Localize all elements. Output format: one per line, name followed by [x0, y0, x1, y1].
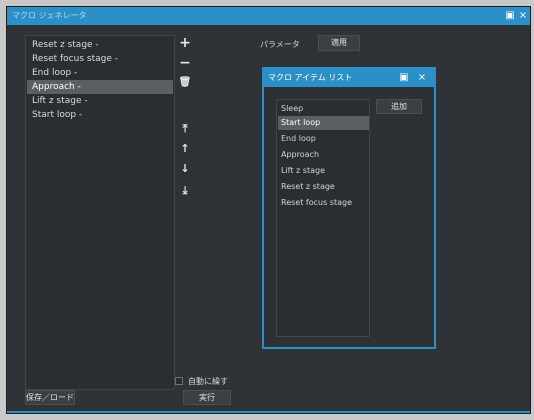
macro-item-list-dialog: マクロ アイテム リスト ▣ × Sleep Start loop End lo…: [262, 67, 436, 349]
list-item[interactable]: Start loop -: [27, 108, 173, 122]
dialog-title-bar: マクロ アイテム リスト ▣ ×: [264, 69, 434, 87]
repeat-label: 自動に繰す: [188, 377, 228, 386]
parameter-label: パラメータ: [260, 40, 300, 49]
run-button[interactable]: 実行: [183, 390, 231, 405]
move-top-icon[interactable]: ⤒: [176, 121, 194, 137]
dialog-title: マクロ アイテム リスト: [268, 73, 353, 82]
dialog-item-list[interactable]: Sleep Start loop End loop Approach Lift …: [276, 99, 370, 337]
move-bottom-icon[interactable]: ⤓: [176, 183, 194, 199]
close-icon[interactable]: ×: [517, 10, 529, 22]
list-item-selected[interactable]: Start loop: [278, 116, 369, 130]
macro-generator-window: マクロ ジェネレータ ▣ × Reset z stage - Reset foc…: [6, 6, 531, 414]
list-item-selected[interactable]: Approach -: [27, 80, 173, 94]
restore-window-icon[interactable]: ▣: [398, 72, 410, 84]
remove-icon[interactable]: −: [176, 55, 194, 71]
list-item[interactable]: Sleep: [278, 102, 369, 116]
add-item-button[interactable]: 追加: [376, 99, 422, 114]
title-bar: マクロ ジェネレータ ▣ ×: [7, 7, 530, 25]
repeat-checkbox[interactable]: [175, 377, 183, 385]
close-icon[interactable]: ×: [416, 72, 428, 84]
save-load-button[interactable]: 保存／ロード: [25, 390, 75, 405]
list-item[interactable]: End loop: [278, 132, 369, 146]
list-item[interactable]: Reset focus stage -: [27, 52, 173, 66]
list-item[interactable]: Reset focus stage: [278, 196, 369, 210]
apply-button[interactable]: 適用: [318, 35, 360, 51]
move-up-icon[interactable]: ↑: [176, 141, 194, 157]
list-item[interactable]: End loop -: [27, 66, 173, 80]
window-title: マクロ ジェネレータ: [12, 11, 87, 20]
macro-list[interactable]: Reset z stage - Reset focus stage - End …: [25, 35, 175, 390]
trash-icon[interactable]: 🗑: [176, 75, 194, 91]
list-item[interactable]: Lift z stage -: [27, 94, 173, 108]
list-item[interactable]: Lift z stage: [278, 164, 369, 178]
list-item[interactable]: Approach: [278, 148, 369, 162]
move-down-icon[interactable]: ↓: [176, 161, 194, 177]
bottom-accent-bar: [7, 411, 530, 413]
restore-window-icon[interactable]: ▣: [504, 10, 516, 22]
list-item[interactable]: Reset z stage: [278, 180, 369, 194]
list-item[interactable]: Reset z stage -: [27, 38, 173, 52]
add-icon[interactable]: +: [176, 35, 194, 51]
